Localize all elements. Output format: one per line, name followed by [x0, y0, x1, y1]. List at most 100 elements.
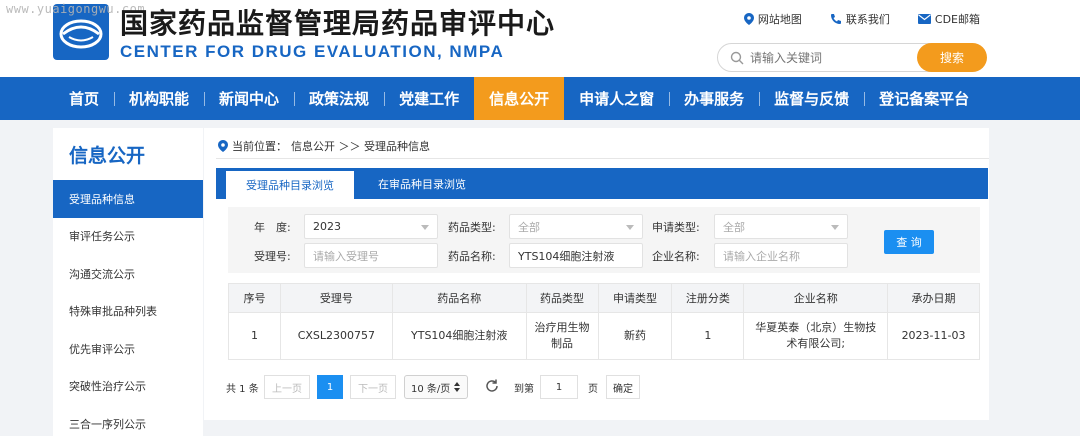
site-title-en: CENTER FOR DRUG EVALUATION, NMPA [120, 42, 505, 61]
main-nav: 首页 机构职能 新闻中心 政策法规 党建工作 信息公开 申请人之窗 办事服务 监督与反馈 登记备案… [0, 77, 1080, 120]
nav-item-6[interactable]: 申请人之窗 [564, 77, 669, 120]
sidebar-item-2[interactable]: 沟通交流公示 [53, 255, 203, 293]
sidebar-item-3[interactable]: 特殊审批品种列表 [53, 293, 203, 331]
sitemap-link[interactable]: 网站地图 [743, 11, 802, 27]
nav-item-5[interactable]: 信息公开 [474, 77, 565, 120]
main-panel: 当前位置： 信息公开 ＞＞ 受理品种信息 受理品种目录浏览 在审品种目录浏览 年… [204, 128, 989, 420]
drug-name-label: 药品名称: [448, 250, 496, 263]
table-cell: 治疗用生物制品 [525, 312, 599, 360]
year-value: 2023 [313, 220, 341, 233]
page-1-button[interactable]: 1 [317, 375, 343, 399]
prev-page-button[interactable]: 上一页 [264, 375, 310, 399]
next-page-button[interactable]: 下一页 [350, 375, 396, 399]
column-header: 序号 [228, 283, 281, 313]
column-header: 申请类型 [597, 283, 673, 313]
apply-type-select[interactable]: 全部 [714, 214, 848, 239]
nav-item-1[interactable]: 机构职能 [114, 77, 204, 120]
nav-items: 首页 机构职能 新闻中心 政策法规 党建工作 信息公开 申请人之窗 办事服务 监督与反馈 登记备案… [54, 77, 984, 120]
goto-label: 到第 [514, 384, 534, 395]
updown-chevron-icon [454, 382, 461, 392]
table-cell: YTS104细胞注射液 [391, 312, 527, 360]
table-cell: 2023-11-03 [887, 312, 980, 360]
confirm-button[interactable]: 确定 [606, 375, 640, 399]
page-unit-label: 页 [588, 384, 598, 395]
column-header: 药品名称 [391, 283, 527, 313]
results-table: 序号 受理号 药品名称 药品类型 申请类型 注册分类 企业名称 承办日期 1 CXSL23007… [228, 283, 980, 360]
company-input[interactable]: 请输入企业名称 [714, 243, 848, 268]
accept-no-label: 受理号: [254, 250, 291, 263]
nav-item-4[interactable]: 党建工作 [384, 77, 474, 120]
chevron-down-icon [831, 225, 839, 230]
accept-no-input[interactable]: 请输入受理号 [304, 243, 438, 268]
column-header: 药品类型 [525, 283, 599, 313]
company-label: 企业名称: [652, 250, 700, 263]
phone-icon [830, 14, 841, 24]
refresh-icon[interactable] [484, 378, 500, 394]
cde-mail-link[interactable]: CDE邮箱 [917, 11, 980, 27]
table-header-row: 序号 受理号 药品名称 药品类型 申请类型 注册分类 企业名称 承办日期 [228, 283, 980, 313]
column-header: 注册分类 [671, 283, 745, 313]
sidebar: 信息公开 受理品种信息 审评任务公示 沟通交流公示 特殊审批品种列表 优先审评公示 突破性… [53, 128, 203, 436]
sidebar-item-0[interactable]: 受理品种信息 [53, 180, 203, 218]
table-body: 1 CXSL2300757 YTS104细胞注射液 治疗用生物制品 新药 1 华夏英泰（北京… [228, 312, 980, 360]
total-count: 共 1 条 [226, 384, 259, 395]
sidebar-title: 信息公开 [69, 144, 146, 167]
column-header: 承办日期 [887, 283, 980, 313]
sitemap-label: 网站地图 [757, 13, 802, 26]
header-search: 搜索 [717, 43, 987, 72]
sidebar-item-4[interactable]: 优先审评公示 [53, 330, 203, 368]
drug-type-label: 药品类型: [448, 221, 496, 234]
year-label: 年 度: [254, 221, 291, 234]
sidebar-item-5[interactable]: 突破性治疗公示 [53, 368, 203, 406]
filter-panel: 年 度: 2023 药品类型: 全部 申请类型: 全部 受理号: 请输入受理号 … [228, 207, 980, 273]
table-cell: CXSL2300757 [279, 312, 393, 360]
site-header: www.yuaigongwu.com 国家药品监督管理局药品审评中心 CENTE… [0, 0, 1080, 77]
contact-link[interactable]: 联系我们 [830, 11, 890, 27]
nav-item-3[interactable]: 政策法规 [294, 77, 384, 120]
nav-item-7[interactable]: 办事服务 [669, 77, 759, 120]
tab-accepted-catalog[interactable]: 受理品种目录浏览 [226, 168, 354, 199]
sidebar-item-1[interactable]: 审评任务公示 [53, 218, 203, 256]
search-box [717, 43, 947, 72]
nav-item-9[interactable]: 登记备案平台 [864, 77, 984, 120]
goto-page-input[interactable]: 1 [540, 375, 578, 399]
cde-mail-label: CDE邮箱 [934, 13, 980, 26]
breadcrumb-prefix: 当前位置： [232, 140, 287, 153]
site-title-cn: 国家药品监督管理局药品审评中心 [120, 7, 556, 40]
divider [216, 158, 989, 159]
search-input[interactable] [750, 48, 920, 68]
page-size-value: 10 条/页 [411, 383, 451, 395]
chevron-down-icon [421, 225, 429, 230]
contact-label: 联系我们 [845, 13, 890, 26]
breadcrumb-path[interactable]: 信息公开 ＞＞ 受理品种信息 [291, 138, 430, 154]
table-cell: 新药 [597, 312, 673, 360]
table-row[interactable]: 1 CXSL2300757 YTS104细胞注射液 治疗用生物制品 新药 1 华夏英泰（北京… [228, 312, 980, 360]
search-button[interactable]: 搜索 [917, 43, 987, 72]
drug-type-select[interactable]: 全部 [509, 214, 643, 239]
year-select[interactable]: 2023 [304, 214, 438, 239]
nav-item-8[interactable]: 监督与反馈 [759, 77, 864, 120]
apply-type-value: 全部 [723, 220, 745, 234]
query-button[interactable]: 查 询 [884, 230, 934, 254]
mail-icon [917, 14, 931, 24]
column-header: 受理号 [279, 283, 393, 313]
tab-bar: 受理品种目录浏览 在审品种目录浏览 [216, 168, 988, 199]
location-pin-icon [218, 140, 228, 152]
sidebar-item-6[interactable]: 三合一序列公示 [53, 405, 203, 436]
drug-type-value: 全部 [518, 220, 540, 234]
tab-reviewing-catalog[interactable]: 在审品种目录浏览 [364, 168, 480, 199]
nav-item-0[interactable]: 首页 [54, 77, 114, 120]
chevron-down-icon [626, 225, 634, 230]
nav-item-2[interactable]: 新闻中心 [204, 77, 294, 120]
top-links: 网站地图 联系我们 CDE邮箱 [743, 11, 980, 27]
search-icon [730, 51, 744, 65]
page-size-select[interactable]: 10 条/页 [404, 375, 468, 399]
table-cell: 华夏英泰（北京）生物技术有限公司; [743, 312, 889, 360]
table-cell: 1 [228, 312, 281, 360]
column-header: 企业名称 [743, 283, 889, 313]
table-cell: 1 [671, 312, 745, 360]
breadcrumb: 当前位置： 信息公开 ＞＞ 受理品种信息 [218, 138, 430, 154]
apply-type-label: 申请类型: [652, 221, 700, 234]
drug-name-input[interactable]: YTS104细胞注射液 [509, 243, 643, 268]
location-pin-icon [743, 13, 754, 25]
